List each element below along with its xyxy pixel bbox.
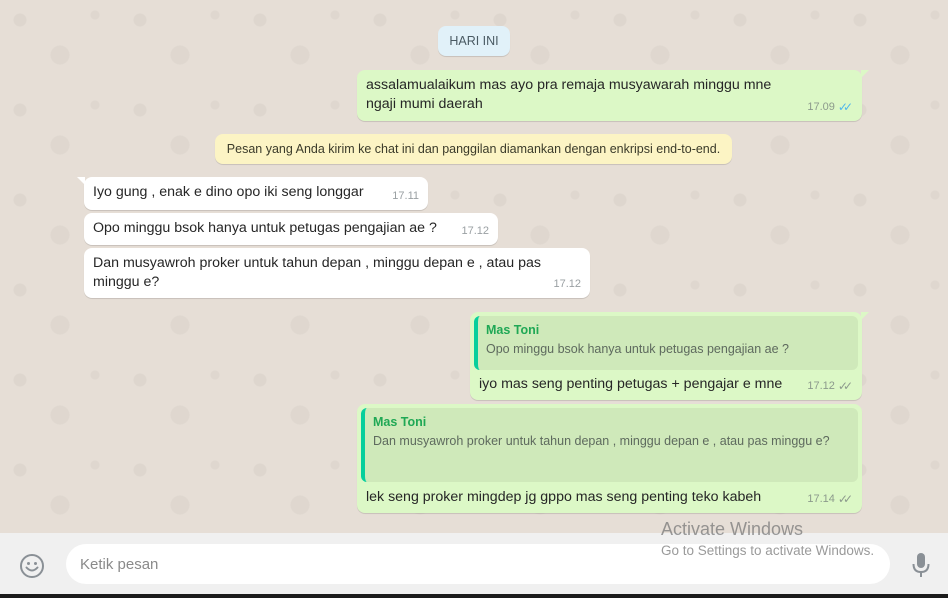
quoted-message[interactable]: Mas Toni Opo minggu bsok hanya untuk pet… (474, 316, 858, 370)
quoted-message[interactable]: Mas Toni Dan musyawroh proker untuk tahu… (361, 408, 858, 482)
double-check-read-icon: ✓✓ (837, 100, 853, 114)
message-meta: 17.14 ✓✓ (807, 490, 853, 509)
watermark-title: Activate Windows (661, 519, 804, 539)
microphone-icon[interactable] (908, 550, 934, 580)
message-meta: 17.12 (461, 222, 489, 241)
message-time: 17.09 (807, 101, 835, 113)
quoted-text: Opo minggu bsok hanya untuk petugas peng… (486, 342, 790, 356)
message-time: 17.12 (553, 278, 581, 290)
message-text: lek seng proker mingdep jg gppo mas seng… (366, 489, 762, 505)
encryption-notice[interactable]: Pesan yang Anda kirim ke chat ini dan pa… (215, 134, 732, 164)
incoming-message[interactable]: Iyo gung , enak e dino opo iki seng long… (77, 177, 428, 210)
message-text: Iyo gung , enak e dino opo iki seng long… (93, 184, 364, 200)
quoted-text: Dan musyawroh proker untuk tahun depan ,… (373, 434, 830, 448)
message-time: 17.12 (461, 225, 489, 237)
message-meta: 17.09 ✓✓ (807, 98, 853, 117)
incoming-message[interactable]: Opo minggu bsok hanya untuk petugas peng… (84, 213, 498, 245)
message-meta: 17.12 ✓✓ (807, 377, 853, 396)
message-time: 17.11 (392, 190, 419, 202)
date-divider-label: HARI INI (449, 34, 499, 48)
outgoing-reply-message[interactable]: Mas Toni Dan musyawroh proker untuk tahu… (357, 404, 862, 513)
chat-pane[interactable]: HARI INI assalamualaikum mas ayo pra rem… (0, 0, 948, 533)
message-time: 17.14 (807, 493, 835, 505)
quoted-author: Mas Toni (486, 323, 540, 337)
incoming-message[interactable]: Dan musyawroh proker untuk tahun depan ,… (84, 248, 590, 298)
activate-windows-watermark: Activate Windows Go to Settings to activ… (661, 518, 874, 562)
message-time: 17.12 (807, 380, 835, 392)
encryption-notice-text: Pesan yang Anda kirim ke chat ini dan pa… (226, 142, 721, 156)
smiley-icon[interactable] (19, 553, 45, 579)
screen-bottom-edge (0, 594, 948, 598)
message-meta: 17.12 (553, 275, 581, 294)
message-meta: 17.11 (392, 187, 419, 206)
date-divider: HARI INI (438, 26, 510, 56)
quoted-author: Mas Toni (373, 415, 427, 429)
message-text: assalamualaikum mas ayo pra remaja musya… (366, 77, 772, 112)
outgoing-message[interactable]: assalamualaikum mas ayo pra remaja musya… (357, 70, 869, 121)
message-input-placeholder: Ketik pesan (80, 555, 159, 573)
message-text: Dan musyawroh proker untuk tahun depan ,… (93, 255, 541, 290)
watermark-subtitle: Go to Settings to activate Windows. (661, 543, 875, 558)
outgoing-reply-message[interactable]: Mas Toni Opo minggu bsok hanya untuk pet… (470, 312, 869, 400)
message-text: Opo minggu bsok hanya untuk petugas peng… (93, 220, 437, 236)
double-check-delivered-icon: ✓✓ (837, 492, 853, 506)
message-text: iyo mas seng penting petugas + pengajar … (479, 376, 783, 392)
double-check-delivered-icon: ✓✓ (837, 379, 853, 393)
